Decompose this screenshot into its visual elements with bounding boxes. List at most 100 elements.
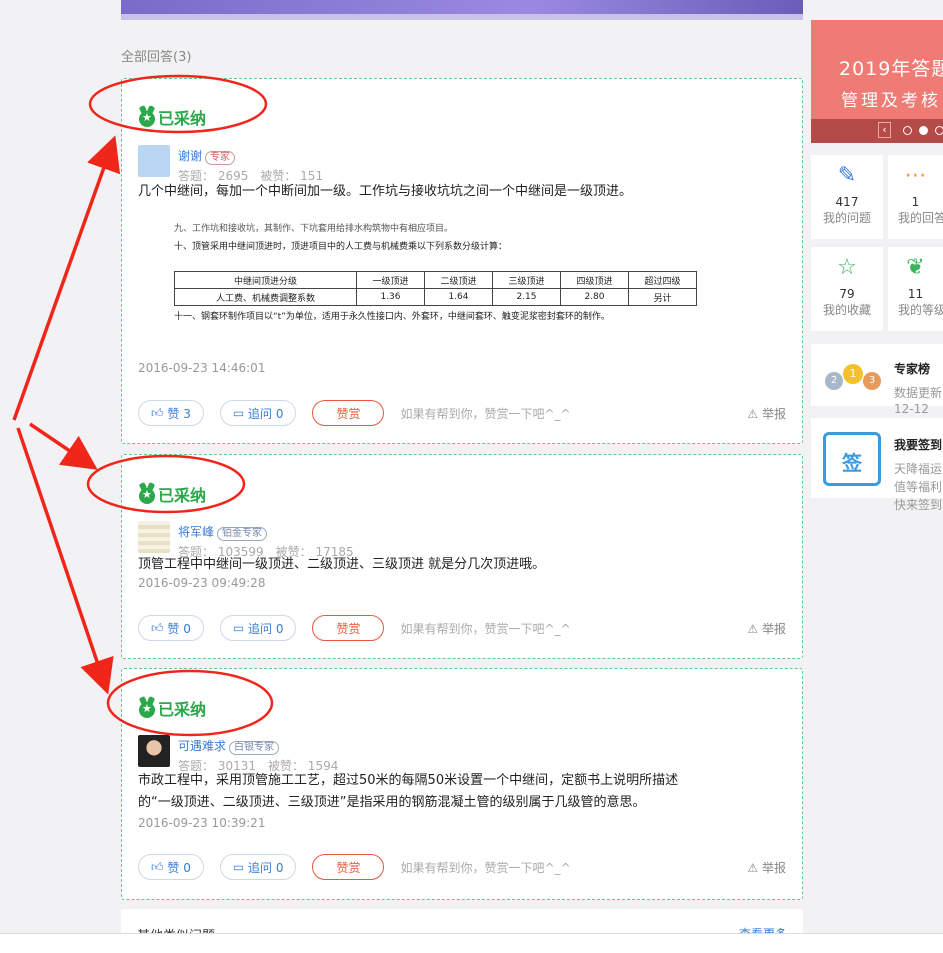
answer-date: 2016-09-23 10:39:21	[138, 816, 266, 830]
pager-dot-active[interactable]	[919, 126, 928, 135]
stat-num: 11	[907, 287, 924, 301]
avatar[interactable]	[138, 735, 170, 767]
doc-cell: 另计	[628, 288, 697, 306]
medals-icon: 2 1 3	[823, 356, 895, 396]
thumb-icon: 👍︎	[151, 405, 164, 420]
signin-icon-text: 签	[842, 451, 862, 475]
signin-desc-1: 天降福运	[894, 462, 943, 476]
answer-card-1: 已采纳 谢谢专家 答题： 2695 被赞： 151 几个中继间，每加一个中断间加…	[121, 78, 803, 444]
signin-desc-2: 值等福利	[894, 480, 943, 494]
reward-button[interactable]: 赞赏	[312, 400, 385, 426]
report-link[interactable]: ⚠ 举报	[747, 620, 786, 637]
avatar[interactable]	[138, 521, 170, 553]
answer-content: 几个中继间，每加一个中断间加一级。工作坑与接收坑坑之间一个中继间是一级顶进。	[138, 184, 633, 199]
comment-icon: ▭	[232, 406, 245, 420]
avatar[interactable]	[138, 145, 170, 177]
all-answers-count: 全部回答(3)	[121, 50, 192, 65]
promo-line-2: 管理及考核	[841, 91, 941, 111]
star-icon: ☆	[837, 255, 857, 280]
stat-my-answers[interactable]: ⋯ 1 我的回答	[888, 155, 943, 239]
reward-hint: 如果有帮到你，赞赏一下吧^_^	[400, 621, 571, 636]
username[interactable]: 将军峰	[178, 525, 214, 539]
stat-my-favorites[interactable]: ☆ 79 我的收藏	[811, 247, 883, 331]
doc-table: 中继间顶进分级 一级顶进 二级顶进 三级顶进 四级顶进 超过四级 人工费、机械费…	[174, 271, 697, 306]
reward-button[interactable]: 赞赏	[312, 615, 385, 641]
answer-attachment-image[interactable]: 九、工作坑和接收坑，其制作、下坑套用给排水构筑物中有相应项目。 十、顶管采用中继…	[138, 209, 758, 329]
expert-date: 12-12	[894, 402, 929, 416]
stat-my-questions[interactable]: ✎ 417 我的问题	[811, 155, 883, 239]
adopted-badge: 已采纳	[138, 105, 206, 129]
stat-num: 79	[839, 287, 855, 301]
report-link[interactable]: ⚠ 举报	[747, 405, 786, 422]
doc-header: 中继间顶进分级	[174, 271, 357, 289]
stat-num: 1	[911, 195, 920, 209]
stat-label: 我的回答	[898, 211, 943, 225]
answer-user: 谢谢 专家 答题： 2695 被赞： 151	[138, 145, 323, 184]
doc-header: 二级顶进	[424, 271, 493, 289]
signin-card[interactable]: 签 我要签到 天降福运 值等福利 快来签到	[811, 418, 943, 512]
thumb-icon: 👍︎	[151, 859, 164, 874]
reward-button[interactable]: 赞赏	[312, 854, 385, 880]
medal-icon	[138, 105, 156, 128]
medal-3: 3	[863, 372, 881, 390]
answer-actions: 👍︎ 赞 0 ▭ 追问 0 赞赏 如果有帮到你，赞赏一下吧^_^ ⚠ 举报	[138, 854, 786, 880]
answer-card-2: 已采纳 将军峰铂金专家 答题： 103599 被赞： 17185 顶管工程中中继…	[121, 454, 803, 659]
like-label: 赞 3	[167, 406, 191, 421]
comment-icon: ▭	[232, 621, 245, 635]
comment-icon: ▭	[232, 860, 245, 874]
ask-button[interactable]: ▭ 追问 0	[219, 615, 297, 641]
ask-label: 追问 0	[248, 406, 284, 421]
like-button[interactable]: 👍︎ 赞 0	[138, 615, 204, 641]
ask-label: 追问 0	[248, 860, 284, 875]
promo-banner[interactable]: 2019年答题 管理及考核 ‹	[811, 20, 943, 143]
username[interactable]: 谢谢	[178, 149, 202, 163]
content-line-2: 的“一级顶进、二级顶进、三级顶进”是指采用的钢筋混凝土管的级别属于几级管的意思。	[138, 795, 646, 810]
answer-date: 2016-09-23 09:49:28	[138, 576, 266, 590]
adopted-badge: 已采纳	[138, 696, 206, 720]
adopted-badge: 已采纳	[138, 482, 206, 506]
ask-button[interactable]: ▭ 追问 0	[219, 400, 297, 426]
answer-actions: 👍︎ 赞 3 ▭ 追问 0 赞赏 如果有帮到你，赞赏一下吧^_^ ⚠ 举报	[138, 400, 786, 426]
stat-my-level[interactable]: ❦ 11 我的等级	[888, 247, 943, 331]
chat-icon: ⋯	[904, 163, 927, 188]
expert-ranking-card[interactable]: 2 1 3 专家榜 数据更新 12-12	[811, 344, 943, 416]
answer-card-3: 已采纳 可遇难求白银专家 答题： 30131 被赞： 1594 市政工程中，采用…	[121, 668, 803, 900]
answer-actions: 👍︎ 赞 0 ▭ 追问 0 赞赏 如果有帮到你，赞赏一下吧^_^ ⚠ 举报	[138, 615, 786, 641]
like-label: 赞 0	[167, 621, 191, 636]
like-button[interactable]: 👍︎ 赞 0	[138, 854, 204, 880]
expert-badge: 白银专家	[229, 741, 280, 755]
doc-header: 一级顶进	[356, 271, 425, 289]
stat-label: 我的问题	[822, 211, 871, 225]
annotation-arrow	[12, 135, 121, 421]
edit-icon: ✎	[837, 163, 857, 188]
reward-hint: 如果有帮到你，赞赏一下吧^_^	[400, 406, 571, 421]
like-button[interactable]: 👍︎ 赞 3	[138, 400, 204, 426]
page-bottom-bar	[0, 933, 943, 953]
expert-badge: 专家	[205, 151, 236, 165]
annotation-arrow	[29, 422, 98, 470]
like-label: 赞 0	[167, 860, 191, 875]
medal-icon	[138, 482, 156, 505]
username[interactable]: 可遇难求	[178, 739, 226, 753]
pager-dot[interactable]	[935, 126, 943, 135]
promo-pager: ‹	[811, 119, 943, 143]
expert-desc: 数据更新	[894, 386, 943, 400]
pager-dot[interactable]	[903, 126, 912, 135]
expert-title: 专家榜	[894, 362, 931, 376]
stat-label: 我的等级	[898, 303, 943, 317]
doc-cell: 2.15	[492, 288, 561, 306]
prev-arrow-icon[interactable]: ‹	[878, 122, 891, 138]
stat-num: 417	[835, 195, 859, 209]
doc-cell: 1.64	[424, 288, 493, 306]
medal-2: 2	[825, 372, 843, 390]
calendar-icon: 签	[823, 432, 881, 486]
doc-line-1: 十、顶管采用中继间顶进时，顶进项目中的人工费与机械费乘以下列系数分级计算：	[174, 242, 508, 252]
ask-button[interactable]: ▭ 追问 0	[219, 854, 297, 880]
top-banner	[121, 0, 803, 20]
adopted-label: 已采纳	[158, 486, 207, 505]
promo-line-1: 2019年答题	[839, 58, 943, 80]
signin-title: 我要签到	[894, 438, 943, 452]
doc-header: 超过四级	[628, 271, 697, 289]
report-link[interactable]: ⚠ 举报	[747, 859, 786, 876]
annotation-arrow	[16, 427, 114, 695]
